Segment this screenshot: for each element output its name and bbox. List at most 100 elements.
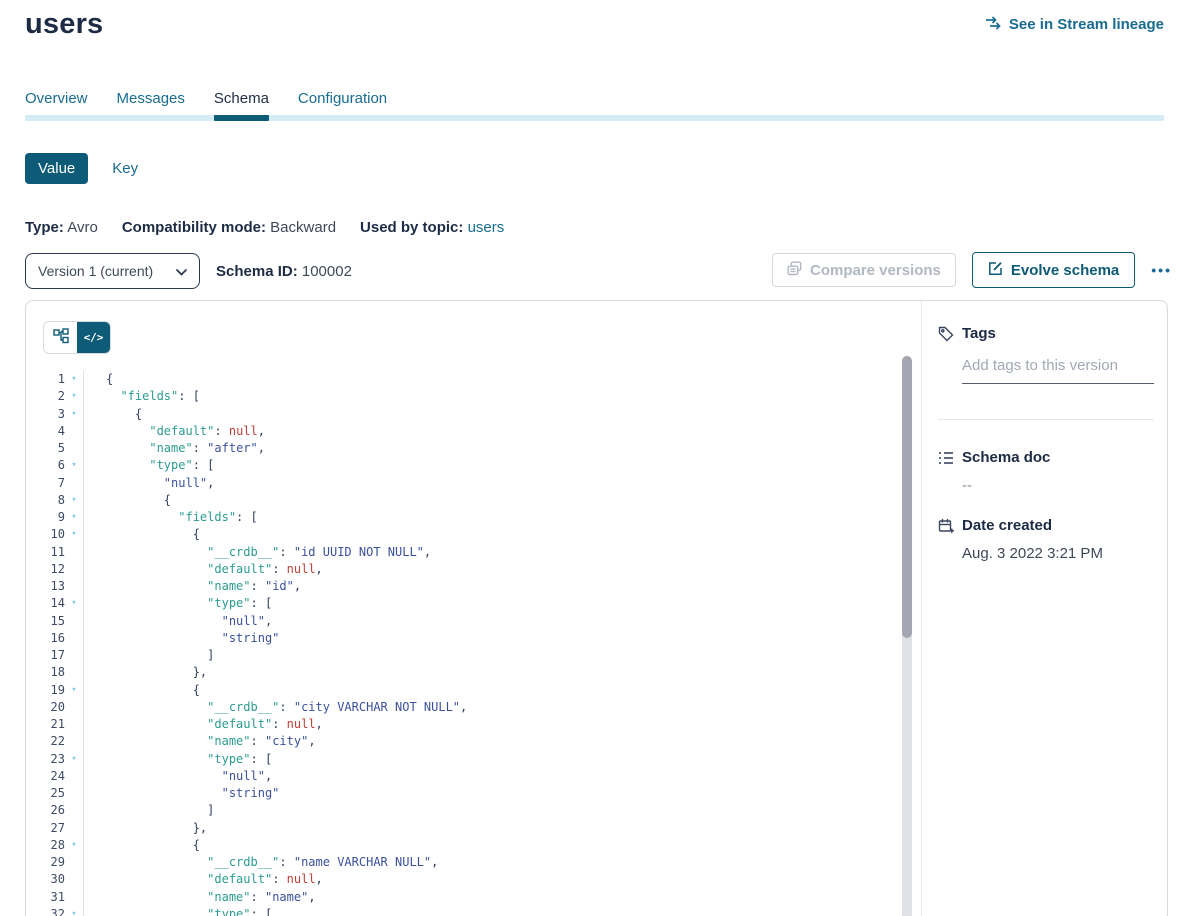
tab-schema[interactable]: Schema bbox=[214, 90, 269, 121]
tab-overview[interactable]: Overview bbox=[25, 90, 88, 121]
code-text: "type": [ bbox=[83, 595, 272, 612]
code-text: "default": null, bbox=[83, 561, 323, 578]
code-text: "type": [ bbox=[83, 457, 214, 474]
line-number: 1 bbox=[26, 371, 65, 388]
tab-configuration[interactable]: Configuration bbox=[298, 90, 387, 121]
code-line: 15 "null", bbox=[26, 613, 919, 630]
schema-id-label: Schema ID: bbox=[216, 263, 298, 280]
fold-spacer bbox=[65, 871, 83, 888]
schema-meta: Type: Avro Compatibility mode: Backward … bbox=[25, 219, 504, 236]
line-number: 22 bbox=[26, 733, 65, 750]
code-line: 16 "string" bbox=[26, 630, 919, 647]
fold-spacer bbox=[65, 733, 83, 750]
line-number: 21 bbox=[26, 716, 65, 733]
code-text: { bbox=[83, 371, 113, 388]
version-bar: Version 1 (current) Schema ID: 100002 bbox=[25, 253, 352, 289]
stream-lineage-link[interactable]: See in Stream lineage bbox=[985, 15, 1164, 34]
line-number: 17 bbox=[26, 647, 65, 664]
fold-spacer bbox=[65, 475, 83, 492]
page-title: users bbox=[25, 8, 103, 41]
code-line: 30 "default": null, bbox=[26, 871, 919, 888]
code-text: "default": null, bbox=[83, 716, 323, 733]
fold-arrow-icon[interactable]: ▾ bbox=[65, 492, 83, 509]
line-number: 20 bbox=[26, 699, 65, 716]
fold-spacer bbox=[65, 768, 83, 785]
key-toggle-button[interactable]: Key bbox=[112, 160, 138, 177]
scrollbar-thumb[interactable] bbox=[902, 356, 912, 638]
fold-arrow-icon[interactable]: ▾ bbox=[65, 837, 83, 854]
code-line: 29 "__crdb__": "name VARCHAR NULL", bbox=[26, 854, 919, 871]
schema-code-editor[interactable]: 1▾{2▾ "fields": [3▾ {4 "default": null,5… bbox=[26, 371, 919, 916]
meta-topic-label: Used by topic: bbox=[360, 219, 463, 236]
fold-arrow-icon[interactable]: ▾ bbox=[65, 371, 83, 388]
code-text: { bbox=[83, 526, 200, 543]
fold-spacer bbox=[65, 699, 83, 716]
code-line: 17 ] bbox=[26, 647, 919, 664]
tree-view-button[interactable] bbox=[44, 322, 77, 353]
line-number: 27 bbox=[26, 820, 65, 837]
line-number: 25 bbox=[26, 785, 65, 802]
tags-input[interactable] bbox=[962, 353, 1154, 384]
code-line: 10▾ { bbox=[26, 526, 919, 543]
line-number: 32 bbox=[26, 906, 65, 916]
compare-versions-button[interactable]: Compare versions bbox=[772, 253, 956, 287]
code-line: 26 ] bbox=[26, 802, 919, 819]
fold-arrow-icon[interactable]: ▾ bbox=[65, 388, 83, 405]
fold-arrow-icon[interactable]: ▾ bbox=[65, 682, 83, 699]
code-line: 31 "name": "name", bbox=[26, 889, 919, 906]
line-number: 15 bbox=[26, 613, 65, 630]
code-text: }, bbox=[83, 820, 207, 837]
code-line: 22 "name": "city", bbox=[26, 733, 919, 750]
meta-topic: Used by topic: users bbox=[360, 219, 504, 236]
fold-spacer bbox=[65, 802, 83, 819]
schema-card: </> 1▾{2▾ "fields": [3▾ {4 "default": nu… bbox=[25, 300, 1168, 916]
more-options-button[interactable]: ••• bbox=[1151, 262, 1172, 278]
fold-spacer bbox=[65, 716, 83, 733]
list-icon bbox=[938, 450, 954, 471]
stream-lineage-label: See in Stream lineage bbox=[1009, 16, 1164, 33]
vertical-scrollbar[interactable] bbox=[902, 356, 912, 916]
code-line: 19▾ { bbox=[26, 682, 919, 699]
line-number: 8 bbox=[26, 492, 65, 509]
code-text: "__crdb__": "id UUID NOT NULL", bbox=[83, 544, 431, 561]
code-line: 2▾ "fields": [ bbox=[26, 388, 919, 405]
fold-arrow-icon[interactable]: ▾ bbox=[65, 751, 83, 768]
line-number: 24 bbox=[26, 768, 65, 785]
code-text: "name": "name", bbox=[83, 889, 316, 906]
code-text: "fields": [ bbox=[83, 509, 258, 526]
tab-messages[interactable]: Messages bbox=[117, 90, 185, 121]
code-view-button[interactable]: </> bbox=[77, 322, 110, 353]
line-number: 29 bbox=[26, 854, 65, 871]
line-number: 16 bbox=[26, 630, 65, 647]
fold-spacer bbox=[65, 630, 83, 647]
code-text: "null", bbox=[83, 613, 272, 630]
code-text: "__crdb__": "city VARCHAR NOT NULL", bbox=[83, 699, 467, 716]
schema-doc-section: Schema doc bbox=[938, 449, 1151, 471]
tags-section-divider bbox=[938, 419, 1154, 420]
topic-link[interactable]: users bbox=[468, 219, 505, 236]
line-number: 30 bbox=[26, 871, 65, 888]
fold-arrow-icon[interactable]: ▾ bbox=[65, 906, 83, 916]
value-key-toggle: Value Key bbox=[25, 153, 138, 184]
fold-spacer bbox=[65, 785, 83, 802]
code-line: 28▾ { bbox=[26, 837, 919, 854]
code-line: 20 "__crdb__": "city VARCHAR NOT NULL", bbox=[26, 699, 919, 716]
code-text: ] bbox=[83, 802, 214, 819]
line-number: 28 bbox=[26, 837, 65, 854]
evolve-schema-button[interactable]: Evolve schema bbox=[972, 252, 1135, 288]
value-toggle-button[interactable]: Value bbox=[25, 153, 88, 184]
fold-arrow-icon[interactable]: ▾ bbox=[65, 595, 83, 612]
fold-arrow-icon[interactable]: ▾ bbox=[65, 406, 83, 423]
fold-spacer bbox=[65, 613, 83, 630]
line-number: 13 bbox=[26, 578, 65, 595]
fold-spacer bbox=[65, 820, 83, 837]
fold-arrow-icon[interactable]: ▾ bbox=[65, 526, 83, 543]
gutter-divider bbox=[83, 371, 84, 916]
code-lines: 1▾{2▾ "fields": [3▾ {4 "default": null,5… bbox=[26, 371, 919, 916]
code-text: ] bbox=[83, 647, 214, 664]
line-number: 11 bbox=[26, 544, 65, 561]
fold-arrow-icon[interactable]: ▾ bbox=[65, 457, 83, 474]
meta-type-label: Type: bbox=[25, 219, 64, 236]
fold-arrow-icon[interactable]: ▾ bbox=[65, 509, 83, 526]
version-select[interactable]: Version 1 (current) bbox=[25, 253, 200, 289]
